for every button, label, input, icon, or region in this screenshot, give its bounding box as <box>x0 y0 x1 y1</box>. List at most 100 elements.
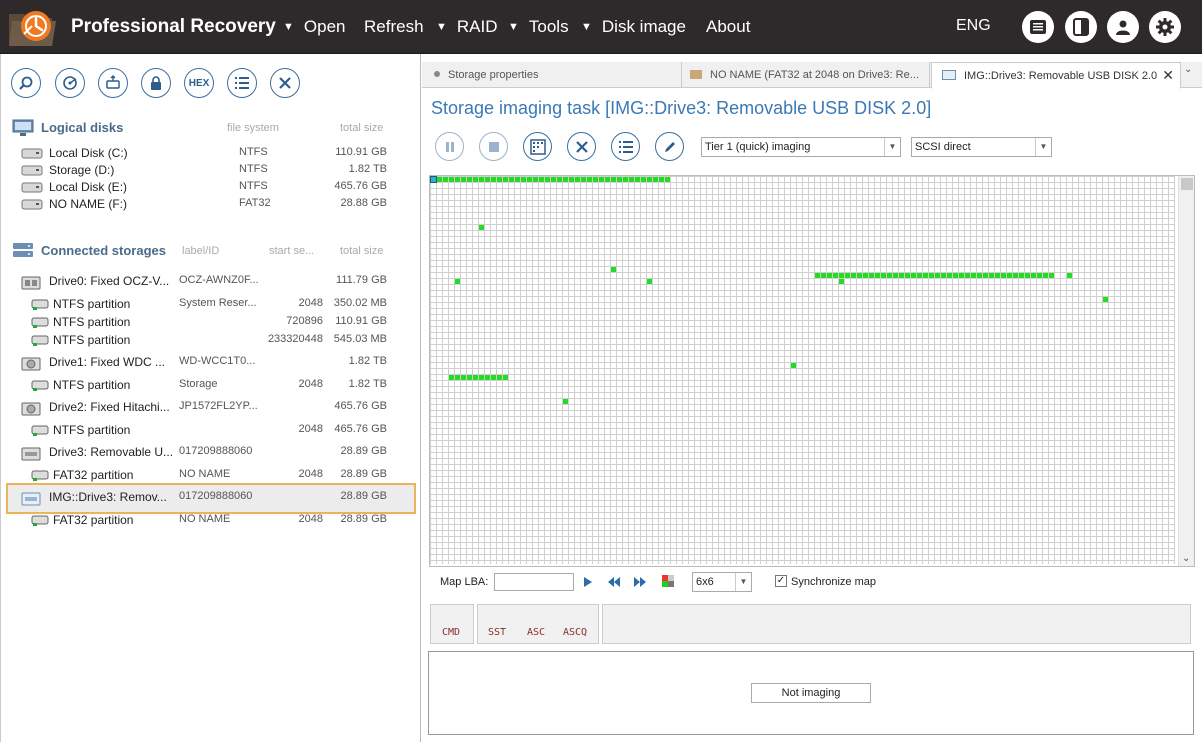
list-button[interactable] <box>227 68 257 98</box>
col-header-label-id: label/ID <box>182 245 220 257</box>
storage-row[interactable]: Drive3: Removable U... 017209888060 28.8… <box>1 445 421 462</box>
sector-block-ok <box>947 273 952 278</box>
sector-block-ok <box>929 273 934 278</box>
sector-block-ok <box>605 177 610 182</box>
scroll-down-icon[interactable]: ⌄ <box>1182 553 1190 564</box>
sector-block-ok <box>911 273 916 278</box>
storage-name: FAT32 partition <box>53 513 134 527</box>
sector-block-ok <box>617 177 622 182</box>
storage-start: 2048 <box>298 513 323 525</box>
messages-button[interactable] <box>1022 11 1054 43</box>
partition-row[interactable]: NTFS partition 2048 465.76 GB <box>1 423 421 440</box>
logical-disk-row[interactable]: NO NAME (F:) FAT32 28.88 GB <box>1 197 421 214</box>
hex-viewer-button[interactable]: HEX <box>184 68 214 98</box>
logical-disk-fs: FAT32 <box>239 197 271 209</box>
map-scrollbar[interactable]: ⌄ <box>1178 176 1194 566</box>
logical-disk-row[interactable]: Local Disk (E:) NTFS 465.76 GB <box>1 180 421 197</box>
cancel-task-button[interactable] <box>567 132 596 161</box>
tab-imaging-task[interactable]: IMG::Drive3: Removable USB DISK 2.0 ✕ <box>931 62 1181 89</box>
log-button[interactable] <box>611 132 640 161</box>
menu-about[interactable]: About <box>706 17 750 37</box>
account-button[interactable] <box>1107 11 1139 43</box>
sector-block-ok <box>497 177 502 182</box>
menu-open[interactable]: ▼ Open <box>283 17 345 37</box>
storage-row[interactable]: Drive2: Fixed Hitachi... JP1572FL2YP... … <box>1 400 421 417</box>
usb-drive-icon <box>21 447 41 461</box>
logical-disk-name: NO NAME (F:) <box>49 197 127 211</box>
settings-button[interactable] <box>1149 11 1181 43</box>
hdd-drive-icon <box>21 402 41 416</box>
sector-block-ok <box>599 177 604 182</box>
next-block-icon[interactable] <box>633 576 647 588</box>
tab-fat32-partition[interactable]: NO NAME (FAT32 at 2048 on Drive3: Re... <box>682 62 930 88</box>
imaging-mode-select[interactable]: Tier 1 (quick) imaging ▼ <box>701 137 901 157</box>
sector-block-ok <box>659 177 664 182</box>
storage-start: 2048 <box>298 468 323 480</box>
partition-row[interactable]: FAT32 partition NO NAME 2048 28.89 GB <box>1 513 421 530</box>
previous-block-icon[interactable] <box>607 576 621 588</box>
sector-map[interactable]: ⌄ <box>429 175 1195 567</box>
sector-block-ok <box>479 375 484 380</box>
cell-size-select[interactable]: 6x6 ▼ <box>692 572 752 592</box>
map-lba-input[interactable] <box>494 573 574 591</box>
pencil-icon <box>664 141 675 152</box>
go-to-lba-icon[interactable] <box>582 576 594 588</box>
language-selector[interactable]: ENG <box>956 17 991 35</box>
tab-close-icon[interactable]: ✕ <box>1162 67 1174 84</box>
stop-button[interactable] <box>479 132 508 161</box>
search-icon <box>19 76 33 90</box>
partition-row[interactable]: NTFS partition 720896 110.91 GB <box>1 315 421 332</box>
sector-block-ok <box>965 273 970 278</box>
open-image-button[interactable] <box>98 68 128 98</box>
list-icon <box>235 77 249 89</box>
tab-bar: Storage properties NO NAME (FAT32 at 204… <box>422 62 1202 89</box>
edit-settings-button[interactable] <box>655 132 684 161</box>
logical-disk-row[interactable]: Local Disk (C:) NTFS 110.91 GB <box>1 146 421 163</box>
close-storage-button[interactable] <box>270 68 300 98</box>
storage-row-selected[interactable]: IMG::Drive3: Remov... 017209888060 28.89… <box>1 490 421 507</box>
sector-block-ok <box>437 177 442 182</box>
scan-button[interactable] <box>55 68 85 98</box>
sector-block-ok <box>479 225 484 230</box>
sector-block-ok <box>533 177 538 182</box>
pause-icon <box>445 141 454 152</box>
sector-block-ok <box>593 177 598 182</box>
tab-storage-properties[interactable]: Storage properties <box>422 62 682 88</box>
find-button[interactable] <box>11 68 41 98</box>
sync-map-checkbox[interactable]: ✓ <box>775 575 787 587</box>
sector-block-ok <box>623 177 628 182</box>
ssd-drive-icon <box>21 276 41 290</box>
col-header-total-size: total size <box>340 122 384 134</box>
pause-button[interactable] <box>435 132 464 161</box>
partition-row[interactable]: NTFS partition System Reser... 2048 350.… <box>1 297 421 314</box>
partition-row[interactable]: NTFS partition Storage 2048 1.82 TB <box>1 378 421 395</box>
menu-tools[interactable]: ▼ Tools <box>508 17 569 37</box>
storage-row[interactable]: Drive0: Fixed OCZ-V... OCZ-AWNZ0F... 111… <box>1 274 421 291</box>
tab-overflow-icon[interactable]: ⌄ <box>1184 64 1192 75</box>
sector-block-ok <box>449 375 454 380</box>
access-method-select[interactable]: SCSI direct ▼ <box>911 137 1052 157</box>
menu-refresh[interactable]: Refresh <box>364 17 424 37</box>
menu-raid[interactable]: ▼ RAID <box>436 17 498 37</box>
logical-disk-row[interactable]: Storage (D:) NTFS 1.82 TB <box>1 163 421 180</box>
sector-block-ok <box>455 375 460 380</box>
partition-row[interactable]: FAT32 partition NO NAME 2048 28.89 GB <box>1 468 421 485</box>
partition-row[interactable]: NTFS partition 233320448 545.03 MB <box>1 333 421 350</box>
sector-block-ok <box>467 177 472 182</box>
logical-disk-name: Storage (D:) <box>49 163 115 177</box>
sector-block-ok <box>455 279 460 284</box>
cmd-column: CMD <box>430 604 474 644</box>
menu-disk-image[interactable]: ▼ Disk image <box>581 17 686 37</box>
encryption-button[interactable] <box>141 68 171 98</box>
map-legend-icon[interactable] <box>662 575 674 587</box>
logical-disk-size: 1.82 TB <box>348 163 387 175</box>
scrollbar-thumb[interactable] <box>1181 178 1193 190</box>
logical-disk-size: 28.88 GB <box>340 197 387 209</box>
storage-row[interactable]: Drive1: Fixed WDC ... WD-WCC1T0... 1.82 … <box>1 355 421 372</box>
lock-icon <box>151 76 161 90</box>
start-imaging-button[interactable] <box>523 132 552 161</box>
storage-name: IMG::Drive3: Remov... <box>49 490 167 504</box>
logical-disk-fs: NTFS <box>239 163 268 175</box>
sector-block-ok <box>875 273 880 278</box>
panels-button[interactable] <box>1065 11 1097 43</box>
